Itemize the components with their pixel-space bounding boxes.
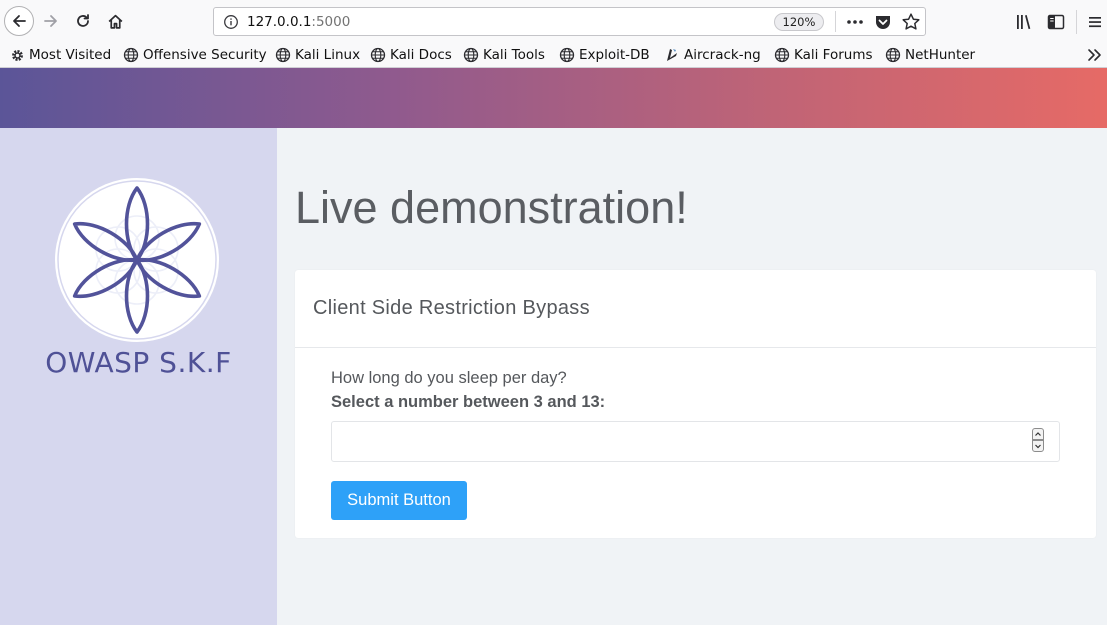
library-icon[interactable]	[1014, 12, 1034, 32]
instruction-label: Select a number between 3 and 13:	[331, 393, 606, 411]
bookmark-exploit-db[interactable]: Exploit-DB	[559, 45, 650, 65]
globe-icon	[774, 47, 790, 63]
question-text: How long do you sleep per day?	[331, 369, 567, 387]
page-actions-icon[interactable]	[844, 12, 866, 32]
spinner-down-button[interactable]	[1032, 440, 1044, 452]
bookmark-star-icon[interactable]	[901, 12, 921, 32]
globe-icon	[885, 47, 901, 63]
back-button[interactable]	[4, 6, 34, 36]
submit-button[interactable]: Submit Button	[331, 481, 467, 520]
header-banner	[0, 68, 1107, 128]
aircrack-icon	[667, 49, 677, 61]
page-title: Live demonstration!	[295, 182, 688, 233]
address-bar[interactable]: 127.0.0.1:5000 120%	[213, 7, 926, 36]
forward-arrow-icon	[44, 15, 57, 27]
bookmark-label: Kali Docs	[390, 47, 452, 63]
page-content: OWASP S.K.F Live demonstration! Client S…	[0, 68, 1107, 625]
reload-button[interactable]	[69, 7, 97, 35]
globe-icon	[275, 47, 291, 63]
toolbar-separator	[1076, 10, 1077, 34]
globe-icon	[463, 47, 479, 63]
owasp-skf-logo[interactable]	[53, 176, 221, 344]
reload-icon	[77, 14, 89, 27]
card-title: Client Side Restriction Bypass	[313, 297, 590, 319]
bookmark-offensive-security[interactable]: Offensive Security	[123, 45, 267, 65]
bookmark-kali-forums[interactable]: Kali Forums	[774, 45, 873, 65]
bookmark-kali-docs[interactable]: Kali Docs	[370, 45, 452, 65]
brand-name: OWASP S.K.F	[45, 346, 232, 379]
bookmark-label: Offensive Security	[143, 47, 267, 63]
challenge-card: Client Side Restriction Bypass How long …	[295, 270, 1096, 538]
card-header: Client Side Restriction Bypass	[295, 270, 1096, 348]
pocket-icon[interactable]	[874, 13, 892, 31]
browser-chrome: 127.0.0.1:5000 120% Most Visited Offensi…	[0, 0, 1107, 68]
info-icon[interactable]	[223, 14, 239, 30]
bookmark-label: Kali Linux	[295, 47, 361, 63]
gear-icon	[12, 49, 23, 61]
sidebar-toggle-icon[interactable]	[1046, 12, 1066, 32]
zoom-level-badge[interactable]: 120%	[774, 13, 824, 31]
url-port: :5000	[311, 14, 351, 30]
url-text[interactable]: 127.0.0.1:5000	[247, 14, 350, 30]
bookmark-nethunter[interactable]: NetHunter	[885, 45, 975, 65]
chevron-down-icon	[1035, 444, 1041, 449]
bookmark-label: Aircrack-ng	[684, 47, 761, 63]
sidebar: OWASP S.K.F	[0, 128, 277, 625]
home-button[interactable]	[101, 7, 129, 35]
home-icon	[108, 14, 122, 29]
bookmarks-toolbar: Most Visited Offensive Security Kali Lin…	[0, 42, 1107, 68]
bookmark-most-visited[interactable]: Most Visited	[10, 45, 111, 65]
bookmark-kali-linux[interactable]: Kali Linux	[275, 45, 360, 65]
bookmark-label: NetHunter	[905, 47, 976, 63]
bookmark-label: Kali Tools	[483, 47, 545, 63]
globe-icon	[559, 47, 575, 63]
navigation-toolbar: 127.0.0.1:5000 120%	[0, 0, 1107, 42]
back-arrow-icon	[13, 15, 26, 27]
chevron-double-right-icon[interactable]	[1086, 46, 1104, 64]
bookmark-kali-tools[interactable]: Kali Tools	[463, 45, 545, 65]
globe-icon	[370, 47, 386, 63]
bookmark-aircrack-ng[interactable]: Aircrack-ng	[664, 45, 761, 65]
url-separator	[835, 11, 836, 32]
spinner-up-button[interactable]	[1032, 428, 1044, 440]
chevron-up-icon	[1035, 432, 1041, 436]
bookmark-label: Most Visited	[29, 47, 112, 63]
bookmark-label: Exploit-DB	[579, 47, 650, 63]
globe-icon	[123, 47, 139, 63]
hamburger-menu-icon[interactable]	[1085, 12, 1105, 32]
main-content: Live demonstration! Client Side Restrict…	[277, 128, 1107, 625]
bookmark-label: Kali Forums	[794, 47, 873, 63]
forward-button[interactable]	[37, 7, 65, 35]
number-input[interactable]	[331, 421, 1060, 462]
url-host: 127.0.0.1	[247, 14, 312, 30]
